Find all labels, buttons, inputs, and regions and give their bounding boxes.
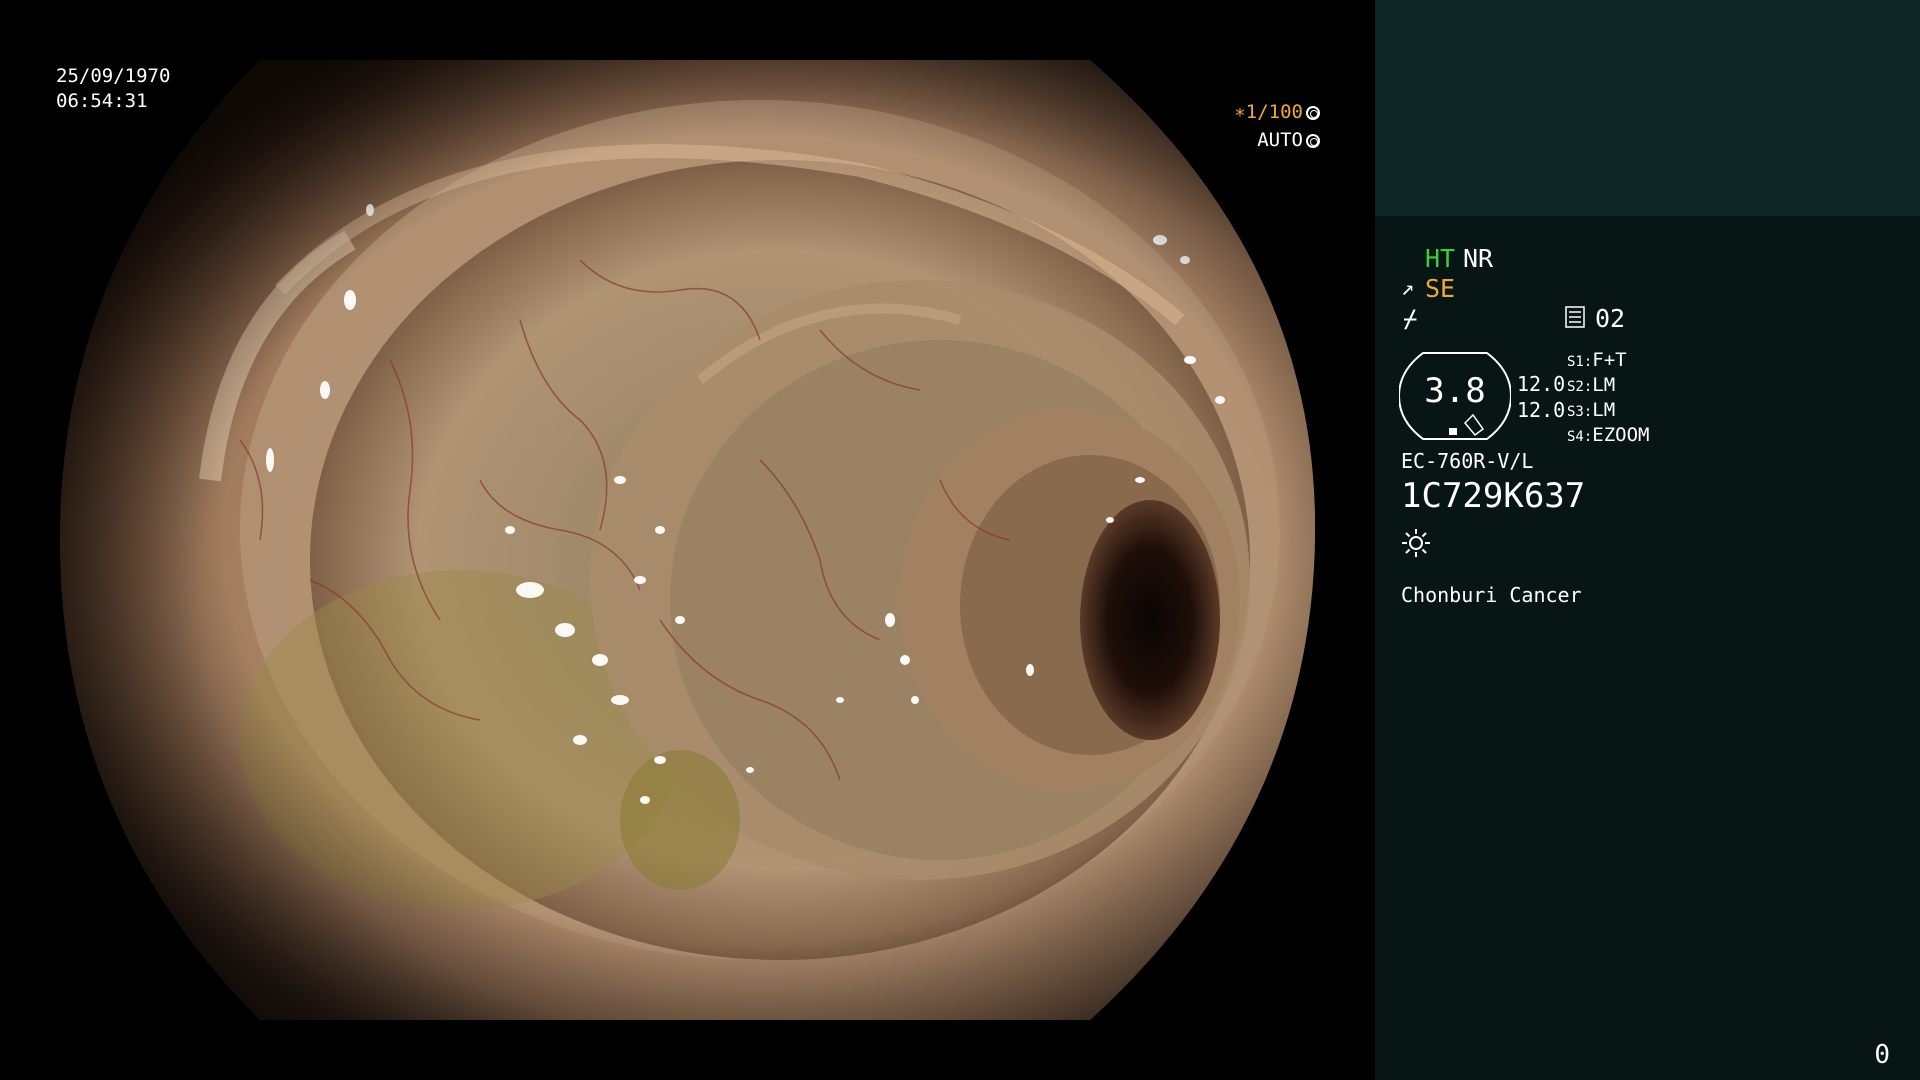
- panel-header-area: [1375, 0, 1920, 216]
- value-upper: 12.0: [1517, 372, 1566, 396]
- endoscopic-view: [60, 60, 1315, 1020]
- date-time: 25/09/1970 06:54:31: [56, 64, 170, 114]
- colon-image: [60, 60, 1315, 1020]
- image-counter: 0: [1874, 1040, 1890, 1070]
- iris-mode: AUTO: [1257, 129, 1303, 151]
- value-lower: 12.0: [1517, 398, 1566, 422]
- switch-4: S4:EZOOM: [1567, 424, 1650, 446]
- color-mode-icon: ⌿: [1403, 305, 1418, 333]
- scope-model: EC-760R-V/L: [1401, 449, 1534, 473]
- light-icon: [1402, 529, 1430, 557]
- se-indicator: SE: [1425, 274, 1456, 303]
- ht-indicator: HT: [1425, 244, 1456, 273]
- aperture-icon: [1306, 106, 1320, 120]
- switch-2: S2:LM: [1567, 374, 1616, 396]
- info-panel: HT NR ↗ SE ⌿ 02 3.8 12.0 12.0 S1:F+T S2:…: [1375, 0, 1920, 1080]
- shutter-speed: ∗1/100: [1234, 101, 1303, 123]
- zoom-value: 3.8: [1424, 371, 1486, 411]
- switch-1: S1:F+T: [1567, 349, 1627, 371]
- date-text: 25/09/1970: [56, 65, 171, 87]
- time-text: 06:54:31: [56, 90, 148, 112]
- scope-serial: 1C729K637: [1401, 476, 1586, 516]
- nr-indicator: NR: [1463, 244, 1494, 273]
- endoscopy-screen: 25/09/1970 06:54:31 ∗1/100 AUTO HT NR ↗ …: [0, 0, 1920, 1080]
- memory-icon: [1565, 306, 1585, 328]
- memory-value: 02: [1595, 304, 1626, 333]
- switch-3: S3:LM: [1567, 399, 1616, 421]
- iris-icon: [1306, 134, 1320, 148]
- structure-enhance-icon: ↗: [1401, 276, 1415, 301]
- hospital-name: Chonburi Cancer: [1401, 583, 1582, 607]
- shutter-info: ∗1/100 AUTO: [1234, 98, 1320, 154]
